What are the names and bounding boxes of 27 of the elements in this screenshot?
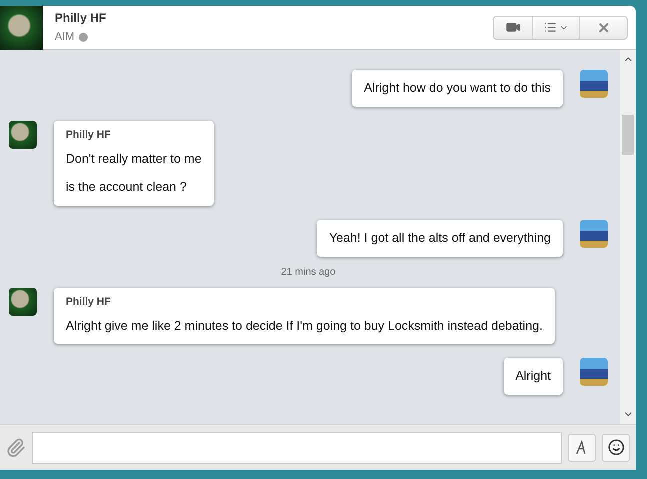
- sender-name: Philly HF: [66, 294, 112, 310]
- scrollbar-thumb[interactable]: [622, 115, 634, 155]
- list-icon: [544, 21, 556, 34]
- emoji-button[interactable]: [602, 434, 630, 462]
- sender-name: Philly HF: [66, 128, 112, 143]
- attach-icon[interactable]: [6, 438, 26, 458]
- message-text: Don't really matter to me: [66, 150, 202, 168]
- contact-avatar: [9, 288, 37, 316]
- message-text: Alright give me like 2 minutes to decide If I'm going to buy Locksmith instead debating.: [66, 318, 543, 335]
- service-label: AIM: [55, 30, 75, 46]
- user-avatar: [580, 70, 608, 98]
- scrollbar[interactable]: [620, 50, 636, 424]
- contact-photo: [0, 6, 43, 50]
- contact-avatar: [9, 120, 37, 149]
- user-avatar: [580, 358, 608, 386]
- message-text: Alright how do you want to do this: [364, 80, 551, 97]
- font-button[interactable]: [568, 434, 596, 462]
- message-input[interactable]: [32, 432, 562, 464]
- contact-name: Philly HF: [55, 10, 106, 28]
- close-icon: [596, 20, 610, 34]
- message-text: Alright: [516, 368, 551, 386]
- message-text: is the account clean ?: [66, 179, 188, 196]
- timestamp: 21 mins ago: [281, 266, 336, 280]
- message-text: Yeah! I got all the alts off and everything: [329, 230, 551, 247]
- smiley-icon: [608, 439, 624, 456]
- user-avatar: [580, 220, 608, 248]
- video-camera-icon: [506, 20, 520, 35]
